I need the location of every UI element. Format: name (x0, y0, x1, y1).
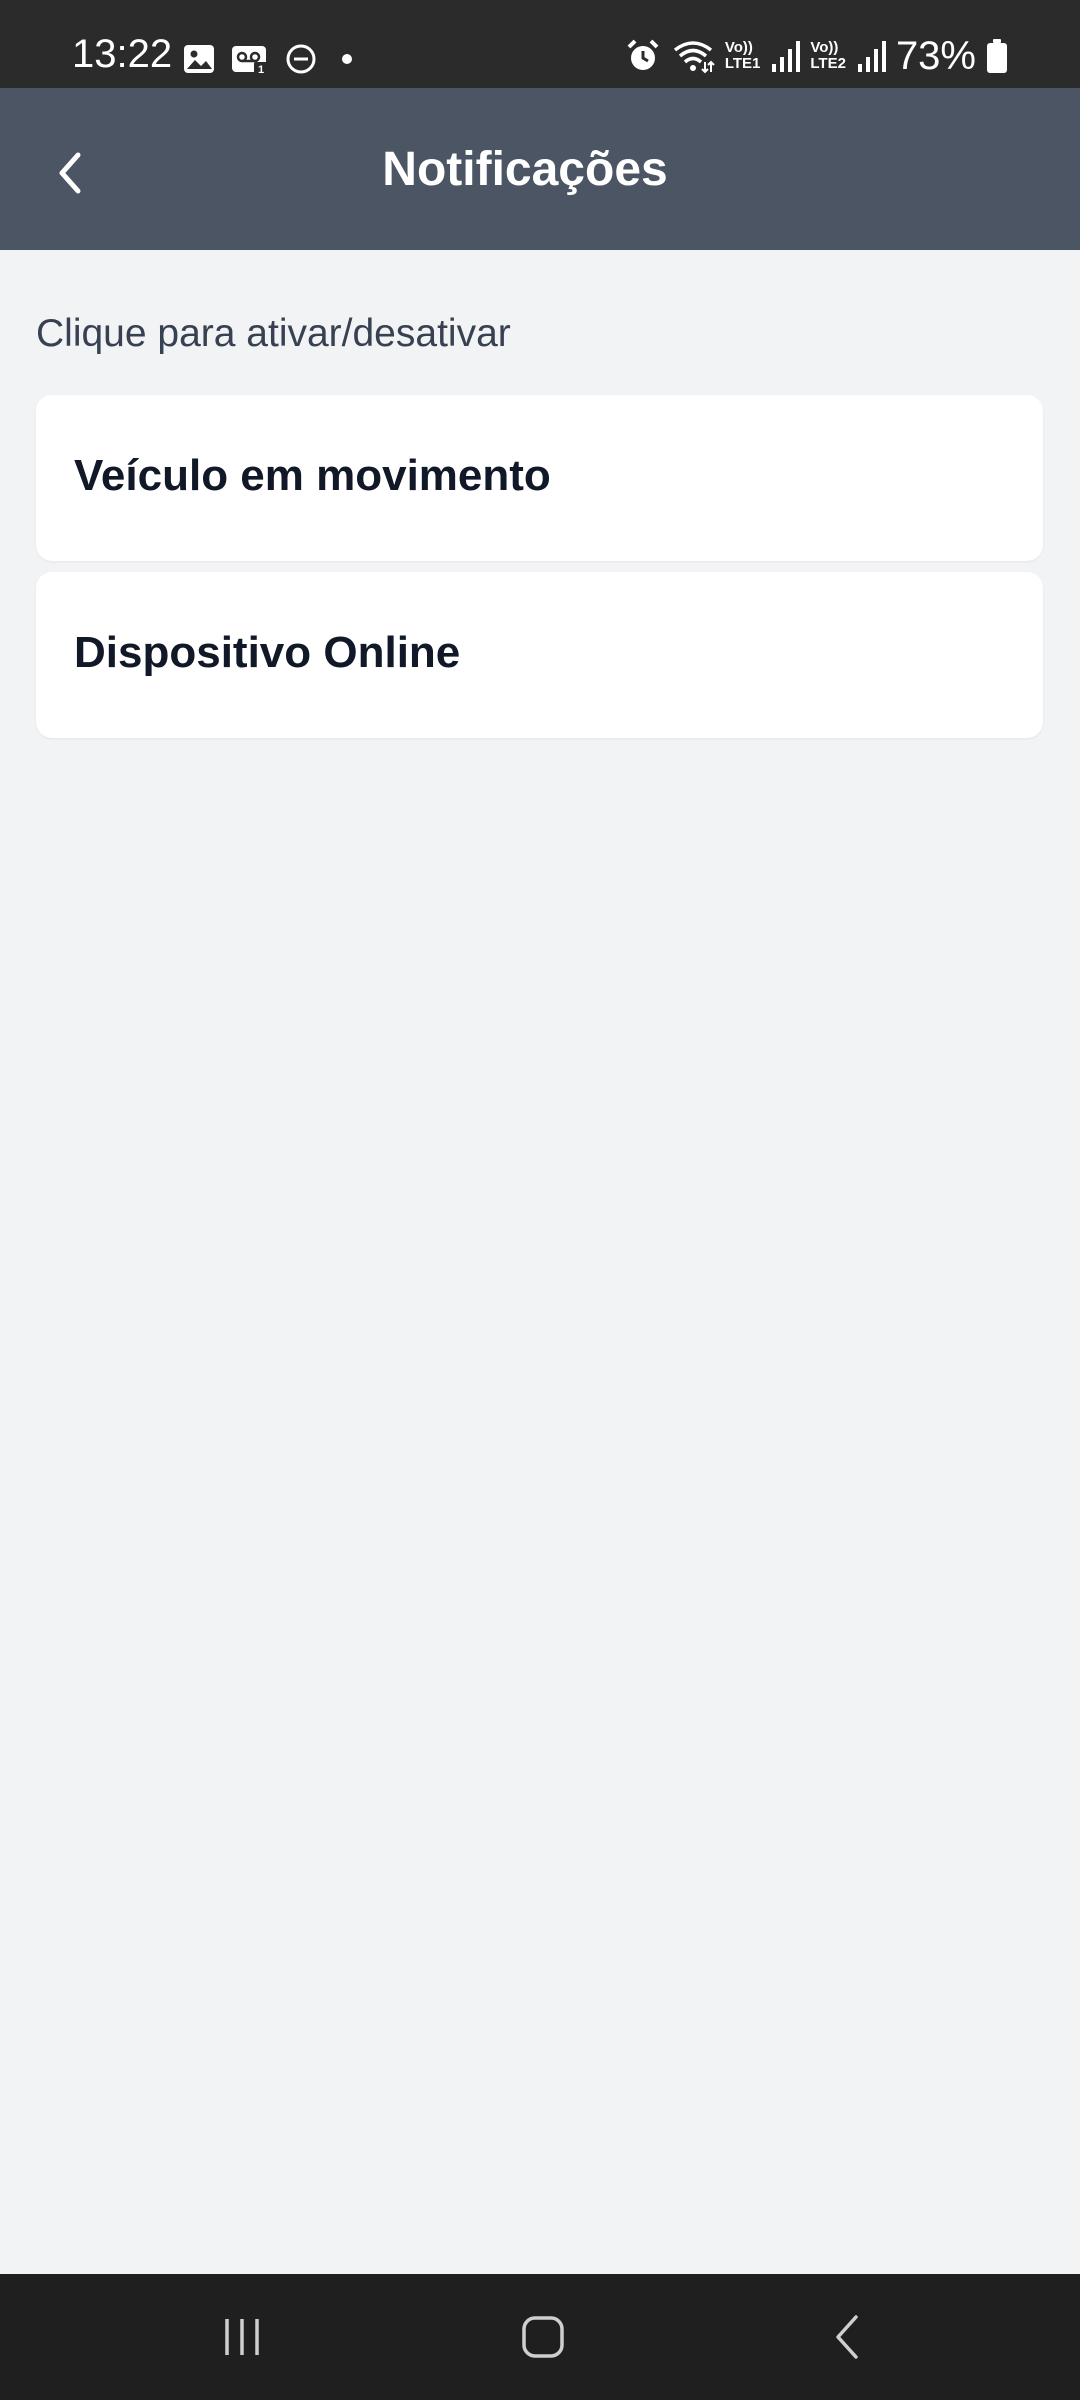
status-left-icons: 1 (182, 42, 362, 76)
notification-item-label: Dispositivo Online (74, 628, 461, 677)
status-time: 13:22 (72, 32, 173, 76)
alarm-icon (627, 39, 659, 70)
do-not-disturb-icon (286, 44, 316, 74)
recent-apps-button[interactable] (182, 2294, 302, 2380)
svg-text:1: 1 (258, 64, 264, 76)
screen: 13:22 1 Vo)) LTE1 Vo)) LTE2 73% Notifica… (0, 0, 1080, 2400)
sim2-label: Vo)) LTE2 (810, 39, 846, 72)
system-nav-bar (0, 2274, 1080, 2400)
battery-icon (987, 39, 1007, 73)
wifi-icon (673, 41, 715, 74)
nav-back-button[interactable] (788, 2294, 908, 2380)
notification-item-label: Veículo em movimento (74, 451, 551, 500)
instruction-text: Clique para ativar/desativar (36, 312, 511, 355)
page-title: Notificações (382, 143, 668, 196)
sim1-label: Vo)) LTE1 (724, 39, 761, 72)
app-bar: Notificações (0, 88, 1080, 250)
back-icon (836, 2315, 858, 2359)
voicemail-icon: 1 (232, 46, 268, 76)
home-icon (522, 2316, 564, 2358)
signal-icon (857, 41, 886, 72)
battery-percent: 73% (895, 34, 976, 78)
notification-item-device-online[interactable]: Dispositivo Online (36, 572, 1043, 738)
dot-icon (342, 54, 352, 64)
signal-icon (772, 41, 801, 72)
recent-apps-icon (225, 2319, 259, 2355)
image-icon (184, 45, 214, 73)
status-bar: 13:22 1 Vo)) LTE1 Vo)) LTE2 73% (0, 0, 1080, 88)
status-right-icons: Vo)) LTE1 Vo)) LTE2 73% (625, 36, 1008, 76)
notification-item-vehicle-moving[interactable]: Veículo em movimento (36, 395, 1043, 561)
home-button[interactable] (483, 2294, 603, 2380)
